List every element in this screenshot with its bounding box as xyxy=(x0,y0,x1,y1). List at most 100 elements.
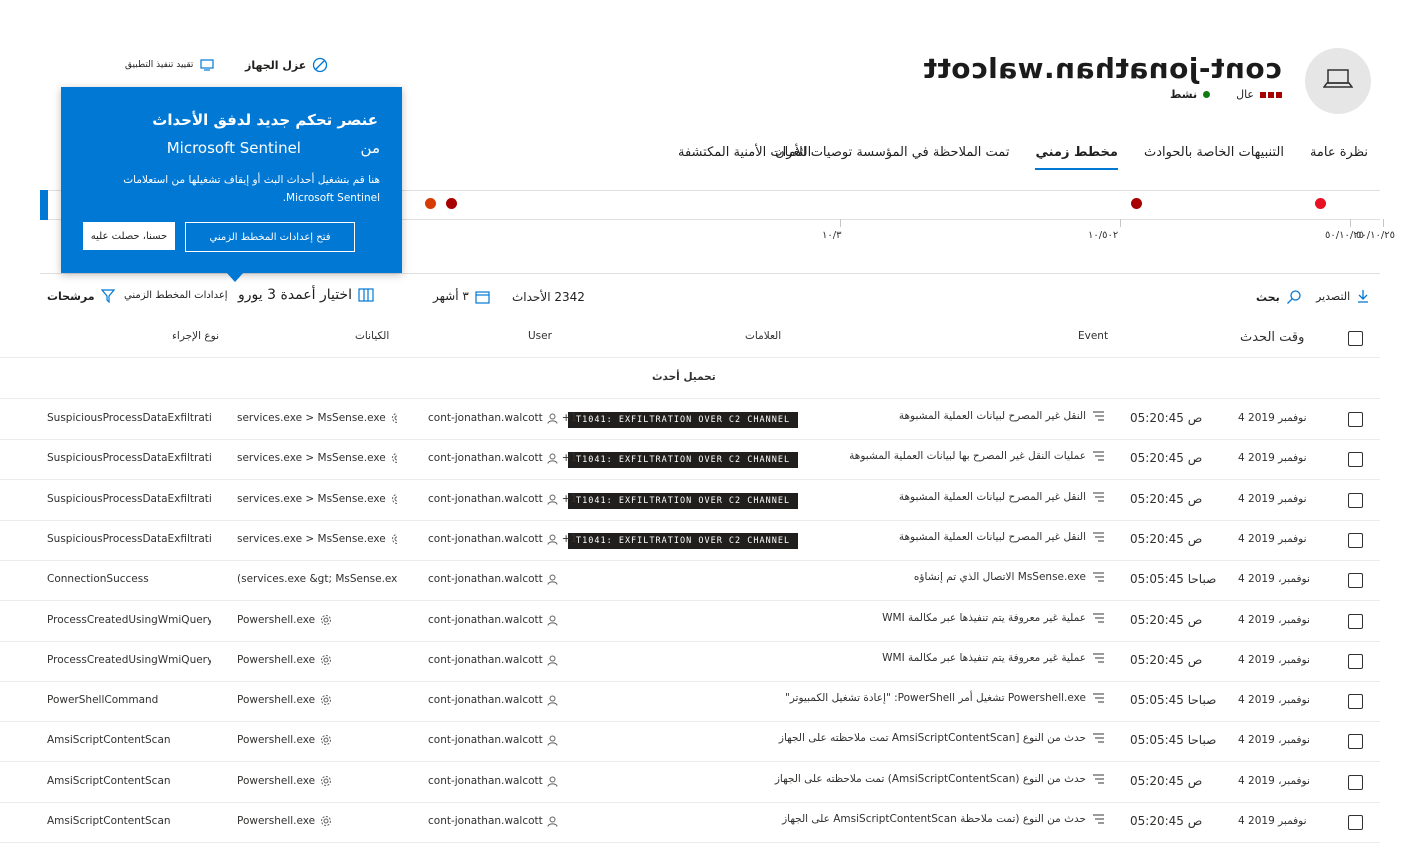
timeline-event-dot[interactable] xyxy=(425,198,436,209)
user-extra-count: +1 xyxy=(561,412,578,424)
row-time: 05:20:45 ص xyxy=(1130,774,1203,788)
mitre-tag[interactable]: T1041: EXFILTRATION OVER C2 CHANNEL xyxy=(568,452,799,468)
row-checkbox[interactable] xyxy=(1348,734,1363,749)
filters-button[interactable]: مرشحات xyxy=(47,289,115,303)
row-checkbox[interactable] xyxy=(1348,614,1363,629)
choose-columns-button[interactable]: اختيار أعمدة 3 يورو xyxy=(238,287,374,303)
row-entity[interactable]: services.exe > MsSense.exe xyxy=(237,412,397,424)
row-entity[interactable]: services.exe > MsSense.exe xyxy=(237,493,397,505)
row-action-type: AmsiScriptContentScan xyxy=(47,734,171,746)
row-event[interactable]: النقل غير المصرح لبيانات العملية المشبوه… xyxy=(899,491,1106,503)
row-entity[interactable]: (services.exe &gt; MsSense.exe ((co xyxy=(237,573,397,585)
row-date: 4 نوفمبر، 2019 xyxy=(1238,654,1310,666)
event-title: النقل غير المصرح لبيانات العملية المشبوه… xyxy=(898,410,1086,422)
column-action-type[interactable]: نوع الإجراء xyxy=(172,330,219,342)
row-event[interactable]: عملية غير معروفة يتم تنفيذها عبر مكالمة … xyxy=(882,652,1106,664)
restrict-app-button[interactable]: تقييد تنفيذ التطبيق xyxy=(125,57,215,73)
select-all-checkbox[interactable] xyxy=(1348,331,1363,346)
tab-overview[interactable]: نظرة عامة xyxy=(1310,145,1368,170)
row-user[interactable]: cont-jonathan.walcott xyxy=(428,694,558,706)
row-event[interactable]: حدث من النوع [AmsiScriptContentScan تمت … xyxy=(779,732,1106,744)
row-event[interactable]: النقل غير المصرح لبيانات العملية المشبوه… xyxy=(899,410,1106,422)
row-checkbox[interactable] xyxy=(1348,452,1363,467)
header-divider xyxy=(0,357,1380,358)
row-event[interactable]: عملية غير معروفة يتم تنفيذها عبر مكالمة … xyxy=(882,612,1106,624)
timeline-tick xyxy=(840,219,841,227)
row-entity[interactable]: Powershell.exe xyxy=(237,654,332,666)
timeline-event-dot[interactable] xyxy=(1131,198,1142,209)
row-entity[interactable]: Powershell.exe xyxy=(237,815,332,827)
gear-icon xyxy=(320,614,332,626)
column-event[interactable]: Event xyxy=(1078,330,1108,342)
date-range-button[interactable]: ٣ أشهر xyxy=(433,289,490,304)
row-event[interactable]: النقل غير المصرح لبيانات العملية المشبوه… xyxy=(899,531,1106,543)
tab-timeline[interactable]: مخطط زمني xyxy=(1035,145,1118,170)
popup-title: عنصر تحكم جديد لدفق الأحداث xyxy=(152,111,378,129)
row-user[interactable]: cont-jonathan.walcott xyxy=(428,654,558,666)
event-title: حدث من النوع (AmsiScriptContentScan) تمت… xyxy=(774,773,1086,785)
tab-vulnerabilities[interactable]: الثغرات الأمنية المكتشفة xyxy=(678,145,811,168)
event-type-icon xyxy=(1092,531,1106,543)
column-event-time[interactable]: وقت الحدث xyxy=(1240,330,1304,345)
row-event[interactable]: حدث من النوع (AmsiScriptContentScan) تمت… xyxy=(775,773,1106,785)
row-action-type: AmsiScriptContentScan xyxy=(47,775,171,787)
entity-name: Powershell.exe xyxy=(237,694,316,706)
person-icon xyxy=(547,452,558,464)
got-it-button[interactable]: حسنا، حصلت عليه xyxy=(83,222,175,250)
row-checkbox[interactable] xyxy=(1348,573,1363,588)
row-user[interactable]: cont-jonathan.walcott xyxy=(428,775,558,787)
open-timeline-settings-button[interactable]: فتح إعدادات المخطط الزمني xyxy=(185,222,355,252)
gear-icon xyxy=(320,734,332,746)
row-user[interactable]: cont-jonathan.walcott +1 xyxy=(428,452,577,464)
gear-icon xyxy=(391,452,397,464)
row-event[interactable]: حدث من النوع (تمت ملاحظة AmsiScriptConte… xyxy=(782,813,1106,825)
event-title: حدث من النوع (تمت ملاحظة AmsiScriptConte… xyxy=(782,813,1086,825)
load-newer-button[interactable]: تحميل أحدث xyxy=(652,371,716,383)
timeline-settings-button[interactable]: إعدادات المخطط الزمني xyxy=(124,290,228,301)
row-checkbox[interactable] xyxy=(1348,412,1363,427)
row-entity[interactable]: services.exe > MsSense.exe xyxy=(237,452,397,464)
row-user[interactable]: cont-jonathan.walcott xyxy=(428,734,558,746)
row-action-type: SuspiciousProcessDataExfiltration xyxy=(47,412,211,424)
column-tags[interactable]: العلامات xyxy=(745,330,781,342)
row-entity[interactable]: services.exe > MsSense.exe xyxy=(237,533,397,545)
export-button[interactable]: التصدير xyxy=(1316,289,1370,303)
mitre-tag[interactable]: T1041: EXFILTRATION OVER C2 CHANNEL xyxy=(568,412,799,428)
mitre-tag[interactable]: T1041: EXFILTRATION OVER C2 CHANNEL xyxy=(568,533,799,549)
row-user[interactable]: cont-jonathan.walcott +1 xyxy=(428,412,577,424)
row-user[interactable]: cont-jonathan.walcott xyxy=(428,614,558,626)
row-entity[interactable]: Powershell.exe xyxy=(237,775,332,787)
row-event[interactable]: عمليات النقل غير المصرح بها لبيانات العم… xyxy=(849,450,1106,462)
tab-alerts[interactable]: التنبيهات الخاصة بالحوادث xyxy=(1144,145,1284,170)
row-checkbox[interactable] xyxy=(1348,815,1363,830)
column-entities[interactable]: الكيانات xyxy=(355,330,389,342)
row-event[interactable]: Powershell.exe تشغيل أمر PowerShell: "إع… xyxy=(785,692,1106,704)
entity-name: Powershell.exe xyxy=(237,815,316,827)
timeline-event-dot[interactable] xyxy=(1315,198,1326,209)
person-icon xyxy=(547,573,558,585)
isolate-device-button[interactable]: عزل الجهاز xyxy=(245,57,328,73)
row-event[interactable]: MsSense.exe الاتصال الذي تم إنشاؤه xyxy=(914,571,1106,583)
column-user[interactable]: User xyxy=(528,330,552,342)
entity-name: (services.exe &gt; MsSense.exe ((co xyxy=(237,573,397,585)
timeline-selection-handle[interactable] xyxy=(40,190,48,220)
row-entity[interactable]: Powershell.exe xyxy=(237,694,332,706)
user-name: cont-jonathan.walcott xyxy=(428,694,543,706)
row-checkbox[interactable] xyxy=(1348,533,1363,548)
row-entity[interactable]: Powershell.exe xyxy=(237,734,332,746)
row-date: 4 نوفمبر 2019 xyxy=(1238,815,1307,827)
search-button[interactable]: بحث xyxy=(1256,289,1302,305)
row-user[interactable]: cont-jonathan.walcott xyxy=(428,815,558,827)
row-checkbox[interactable] xyxy=(1348,493,1363,508)
row-checkbox[interactable] xyxy=(1348,654,1363,669)
row-user[interactable]: cont-jonathan.walcott xyxy=(428,573,558,585)
mitre-tag[interactable]: T1041: EXFILTRATION OVER C2 CHANNEL xyxy=(568,493,799,509)
timeline-event-dot[interactable] xyxy=(446,198,457,209)
row-checkbox[interactable] xyxy=(1348,775,1363,790)
person-icon xyxy=(547,694,558,706)
row-user[interactable]: cont-jonathan.walcott +1 xyxy=(428,493,577,505)
row-checkbox[interactable] xyxy=(1348,694,1363,709)
event-title: Powershell.exe تشغيل أمر PowerShell: "إع… xyxy=(784,692,1086,704)
row-user[interactable]: cont-jonathan.walcott +1 xyxy=(428,533,577,545)
row-entity[interactable]: Powershell.exe xyxy=(237,614,332,626)
